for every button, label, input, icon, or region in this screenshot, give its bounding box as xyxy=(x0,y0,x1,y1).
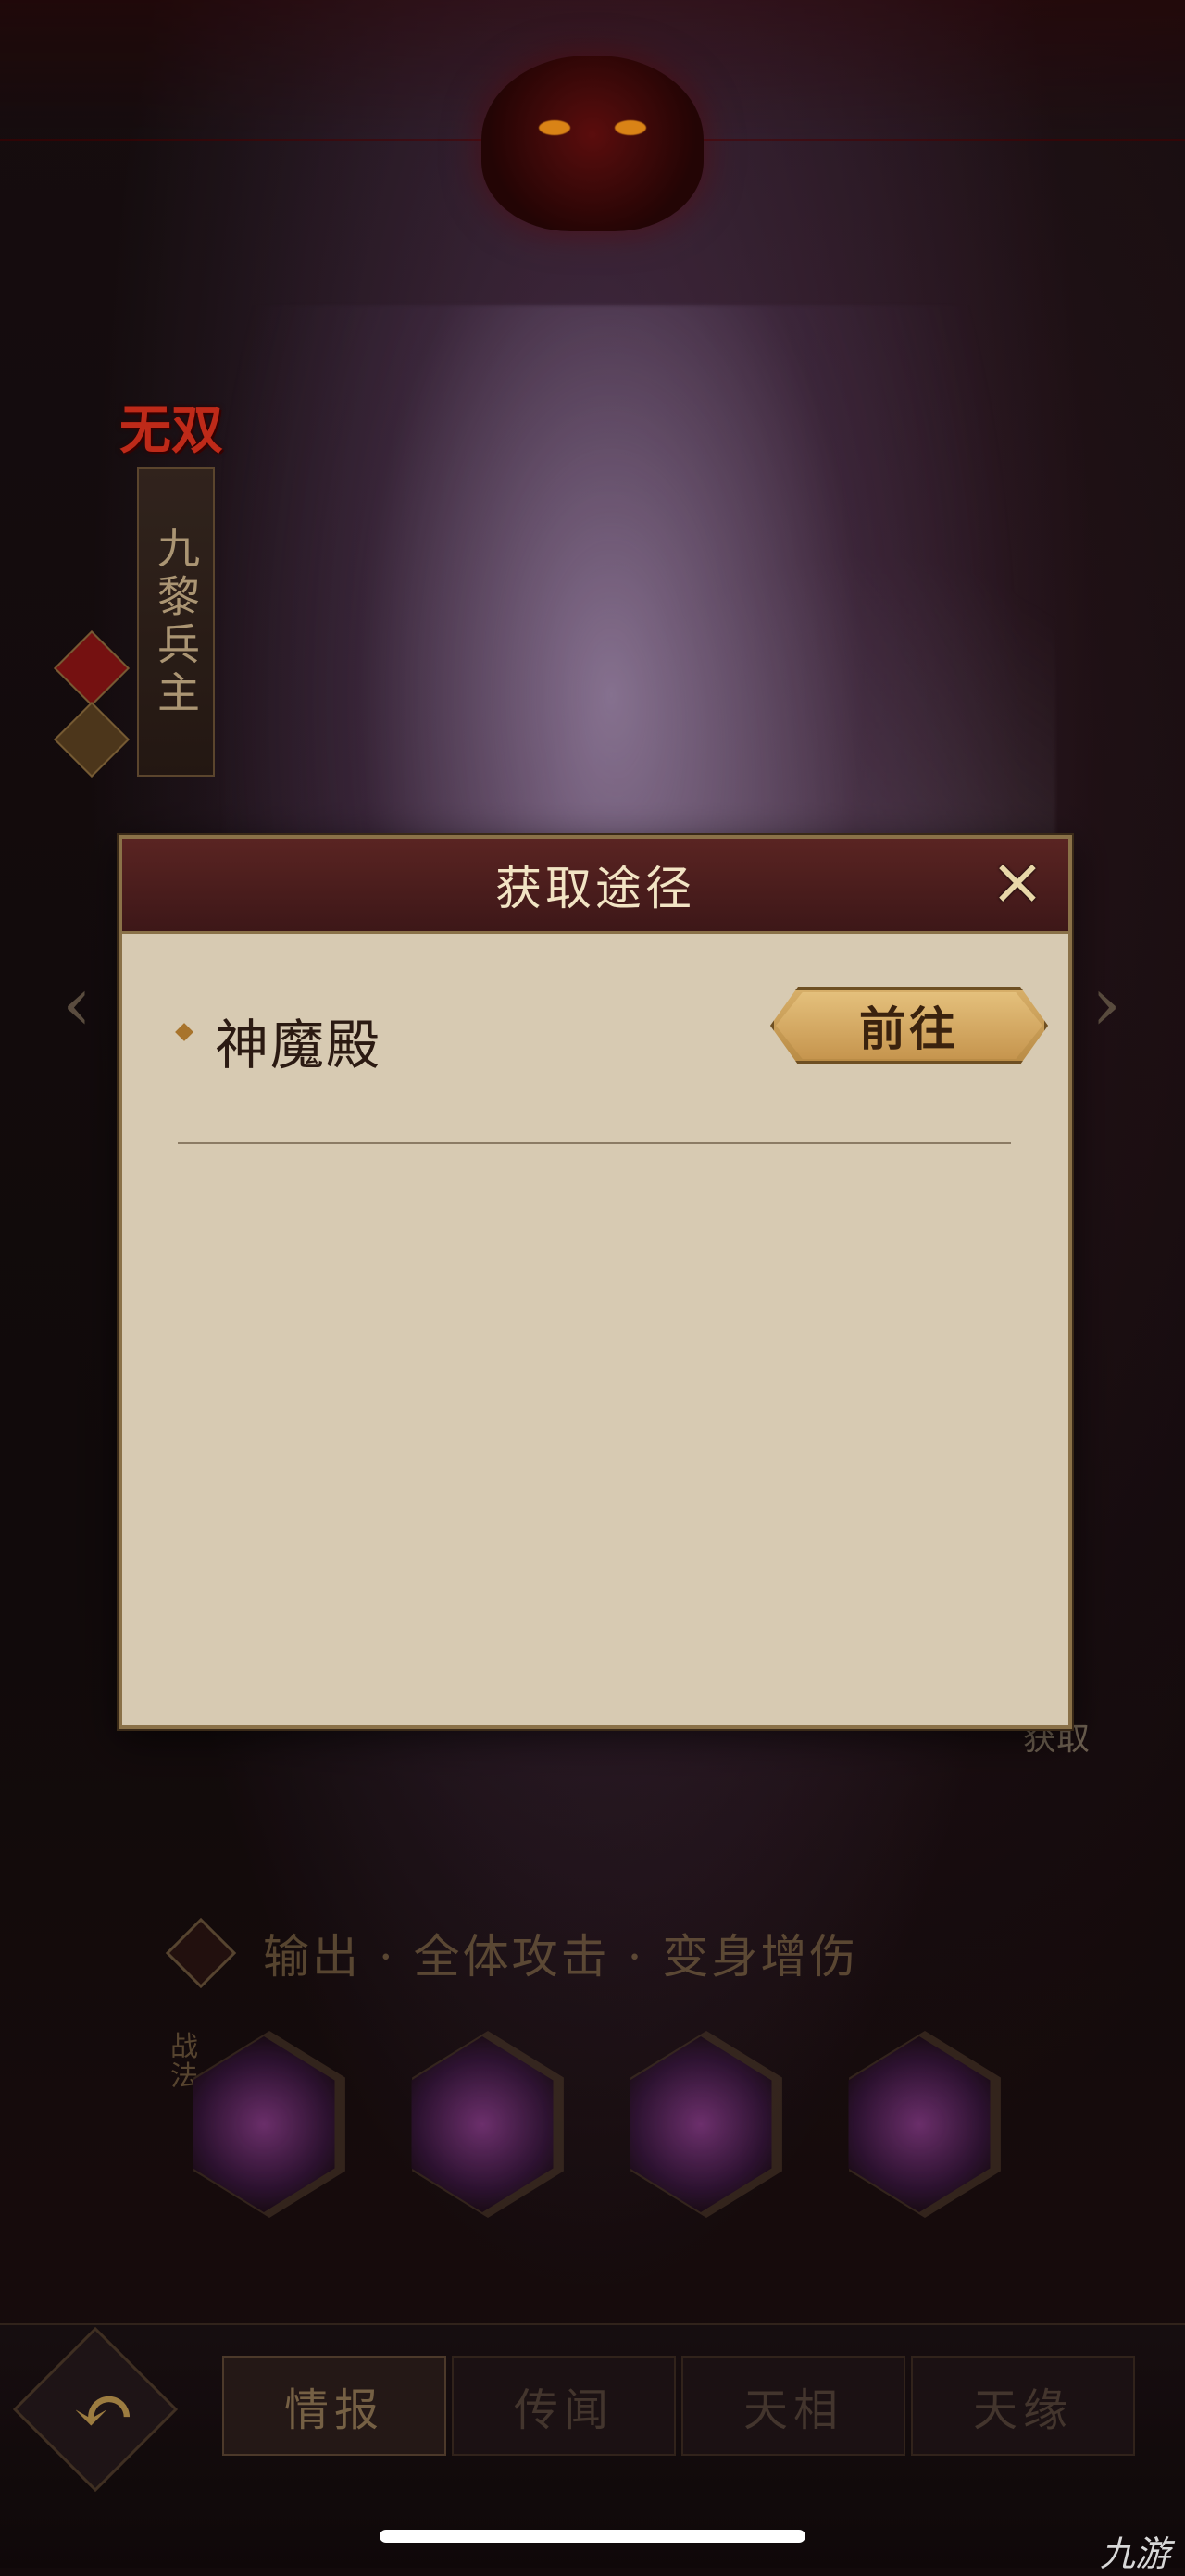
source-name: 神魔殿 xyxy=(215,1014,382,1076)
divider xyxy=(178,1142,1011,1144)
watermark: 九游 xyxy=(1100,2533,1171,2574)
bullet-icon xyxy=(175,1023,193,1041)
source-row: 神魔殿 前往 xyxy=(175,987,1048,1089)
goto-button[interactable]: 前往 xyxy=(770,987,1048,1064)
modal-title: 获取途径 xyxy=(495,862,695,915)
close-icon[interactable]: × xyxy=(987,849,1048,915)
modal-header: 获取途径 × xyxy=(122,839,1068,934)
home-indicator[interactable] xyxy=(380,2530,805,2543)
acquire-modal: 获取途径 × 神魔殿 前往 xyxy=(118,835,1072,1729)
